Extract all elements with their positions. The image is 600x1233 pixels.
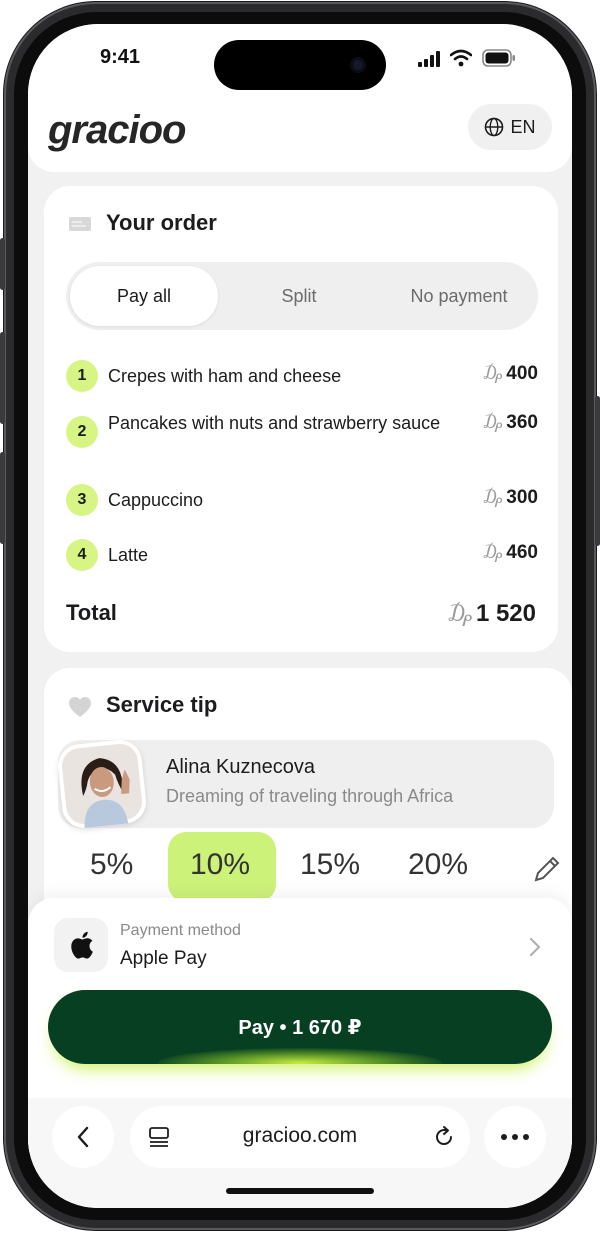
address-bar[interactable]: gracioo.com	[130, 1106, 470, 1168]
volume-up-button	[0, 332, 5, 424]
tab-no-payment[interactable]: No payment	[380, 266, 538, 326]
waiter-name: Alina Kuznecova	[166, 756, 315, 778]
heart-icon	[69, 697, 91, 717]
tip-title: Service tip	[106, 692, 218, 717]
globe-icon	[485, 117, 504, 137]
screen: 9:41 gracioo EN Your order Pay all Split…	[28, 24, 572, 1208]
pay-button-label: Pay • 1 670 ₽	[238, 1016, 362, 1039]
pay-button-glow	[158, 1048, 442, 1064]
chevron-left-icon	[77, 1126, 89, 1148]
more-button[interactable]	[484, 1106, 546, 1168]
volume-down-button	[0, 452, 5, 544]
currency-icon: ₯	[483, 487, 503, 508]
order-card: Your order Pay all Split No payment 1 Cr…	[44, 186, 558, 652]
tip-option-5[interactable]: 5%	[90, 848, 133, 882]
power-button	[595, 396, 600, 546]
language-button[interactable]: EN	[468, 104, 552, 150]
language-label: EN	[510, 116, 536, 137]
item-number-badge: 4	[66, 539, 98, 571]
payment-method-icon-box	[54, 918, 108, 972]
tab-split[interactable]: Split	[224, 266, 374, 326]
more-dots-icon	[501, 1134, 529, 1140]
chevron-right-icon[interactable]	[528, 936, 542, 958]
currency-icon: ₯	[483, 542, 503, 563]
dynamic-island	[214, 40, 386, 90]
item-number-badge: 2	[66, 416, 98, 448]
order-item: 4 Latte ₯ 460	[66, 539, 538, 573]
apple-icon	[71, 931, 93, 959]
tip-option-10[interactable]: 10%	[190, 848, 250, 882]
app-header: 9:41 gracioo EN	[28, 24, 572, 172]
waiter-status: Dreaming of traveling through Africa	[166, 786, 454, 806]
action-button	[0, 238, 5, 290]
item-name: Pancakes with nuts and strawberry sauce	[108, 413, 441, 433]
wifi-icon	[450, 49, 472, 67]
item-name: Latte	[108, 545, 149, 565]
home-indicator[interactable]	[226, 1188, 374, 1194]
currency-icon: ₯	[483, 363, 503, 384]
order-item: 2 Pancakes with nuts and strawberry sauc…	[66, 412, 538, 468]
order-title: Your order	[106, 210, 217, 235]
waiter-avatar	[55, 737, 149, 831]
currency-icon: ₯	[483, 412, 503, 433]
total-value: ₯ 1 520	[447, 600, 536, 627]
custom-tip-pencil-icon[interactable]	[532, 854, 562, 884]
tab-pay-all[interactable]: Pay all	[70, 266, 218, 326]
order-item: 1 Crepes with ham and cheese ₯ 400	[66, 360, 538, 394]
item-name: Crepes with ham and cheese	[108, 366, 342, 386]
back-button[interactable]	[52, 1106, 114, 1168]
currency-icon: ₯	[447, 600, 472, 627]
item-number-badge: 3	[66, 484, 98, 516]
url-text: gracioo.com	[242, 1124, 358, 1147]
payment-mode-tabs: Pay all Split No payment	[66, 262, 538, 330]
reload-icon[interactable]	[432, 1125, 456, 1149]
payment-method-label: Payment method	[120, 922, 241, 939]
payment-method-value[interactable]: Apple Pay	[120, 948, 207, 970]
item-name: Cappuccino	[108, 490, 204, 510]
app-logo[interactable]: gracioo	[48, 108, 186, 153]
item-price: ₯ 360	[483, 412, 538, 433]
item-price: ₯ 400	[483, 363, 538, 384]
signal-icon	[418, 51, 440, 67]
camera-icon	[350, 57, 366, 73]
total-label: Total	[66, 600, 117, 625]
tip-option-15[interactable]: 15%	[300, 848, 360, 882]
waiter-card: Alina Kuznecova Dreaming of traveling th…	[55, 737, 554, 831]
battery-icon	[482, 49, 515, 67]
item-price: ₯ 460	[483, 542, 538, 563]
status-time: 9:41	[100, 46, 141, 68]
item-number-badge: 1	[66, 360, 98, 392]
tip-option-20[interactable]: 20%	[408, 848, 468, 882]
receipt-icon	[69, 217, 91, 231]
pay-button[interactable]: Pay • 1 670 ₽	[48, 990, 552, 1064]
order-item: 3 Cappuccino ₯ 300	[66, 484, 538, 518]
item-price: ₯ 300	[483, 487, 538, 508]
